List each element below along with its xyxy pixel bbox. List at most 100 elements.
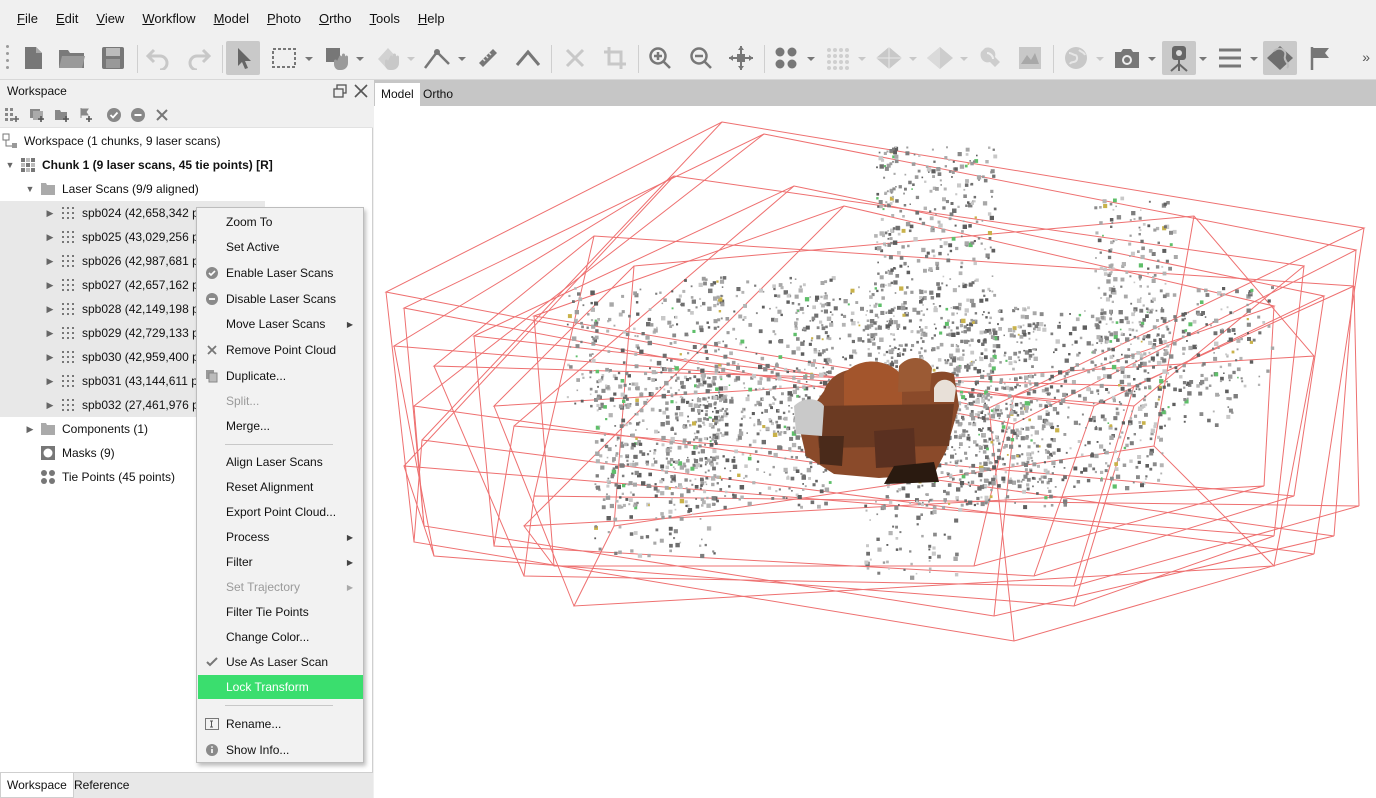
show-markers-button[interactable] [1303,41,1337,75]
transform-button[interactable] [371,41,405,75]
collapse-arrow-icon[interactable]: ▼ [24,184,36,194]
expand-arrow-icon[interactable]: ▶ [44,352,56,363]
rectangle-selection-button[interactable] [267,41,301,75]
close-panel-icon[interactable] [353,83,369,99]
chevron-down-icon[interactable] [960,55,968,63]
menu-item-rename[interactable]: Rename... [198,712,363,736]
open-button[interactable] [55,41,89,75]
reset-view-button[interactable] [724,41,758,75]
expand-arrow-icon[interactable]: ▶ [44,376,56,387]
float-panel-icon[interactable] [332,83,348,99]
menu-item-duplicate[interactable]: Duplicate... [198,364,363,388]
navigation-tool-button[interactable] [226,41,260,75]
menu-item-filter-tie-points[interactable]: Filter Tie Points [198,600,363,624]
undo-button[interactable] [141,41,175,75]
menu-item-remove-point-cloud[interactable]: Remove Point Cloud [198,338,363,362]
draw-line-button[interactable] [511,41,545,75]
menu-file[interactable]: File [8,0,47,37]
add-marker-button[interactable] [77,107,93,123]
add-photos-button[interactable] [29,107,45,123]
menu-item-use-as-laser-scan[interactable]: Use As Laser Scan [198,650,363,674]
menu-item-move-laser-scans[interactable]: Move Laser Scans ▶ [198,312,363,336]
menu-tools[interactable]: Tools [361,0,409,37]
menu-item-zoom-to[interactable]: Zoom To [198,210,363,234]
move-object-button[interactable] [320,41,354,75]
menu-item-lock-transform[interactable]: Lock Transform [198,675,363,699]
menu-item-disable-laser-scans[interactable]: Disable Laser Scans [198,287,363,311]
tab-ortho[interactable]: Ortho [417,83,459,106]
menu-item-align-laser-scans[interactable]: Align Laser Scans [198,450,363,474]
model-viewport[interactable] [374,106,1376,798]
tab-workspace[interactable]: Workspace [0,773,74,798]
expand-arrow-icon[interactable]: ▶ [44,304,56,315]
menu-item-show-info[interactable]: Show Info... [198,738,363,762]
chevron-down-icon[interactable] [1250,55,1258,63]
expand-arrow-icon[interactable]: ▶ [44,280,56,291]
crop-selection-button[interactable] [598,41,632,75]
add-chunk-button[interactable] [4,107,20,123]
tiled-model-button[interactable] [973,41,1007,75]
expand-arrow-icon[interactable]: ▶ [44,400,56,411]
new-document-button[interactable] [16,41,50,75]
menu-item-process[interactable]: Process ▶ [198,525,363,549]
point-cloud-button[interactable] [770,41,804,75]
dem-button[interactable] [1013,41,1047,75]
menu-ortho[interactable]: Ortho [310,0,361,37]
menu-item-split[interactable]: Split... [198,389,363,413]
toolbar-overflow-icon[interactable]: » [1362,49,1370,65]
menu-model[interactable]: Model [205,0,258,37]
menu-item-change-color[interactable]: Change Color... [198,625,363,649]
chevron-down-icon[interactable] [305,55,313,63]
tree-row-workspace[interactable]: Workspace (1 chunks, 9 laser scans) [0,129,373,153]
menu-view[interactable]: View [87,0,133,37]
mesh-button[interactable] [872,41,906,75]
collapse-arrow-icon[interactable]: ▼ [4,160,16,170]
show-cameras-button[interactable] [1110,41,1144,75]
chevron-down-icon[interactable] [1199,55,1207,63]
menu-photo[interactable]: Photo [258,0,310,37]
remove-items-button[interactable] [154,107,170,123]
textured-mesh-button[interactable] [923,41,957,75]
menu-help[interactable]: Help [409,0,454,37]
chevron-down-icon[interactable] [858,55,866,63]
tab-model[interactable]: Model [375,83,420,106]
delete-selection-button[interactable] [558,41,592,75]
menu-workflow[interactable]: Workflow [133,0,204,37]
chevron-down-icon[interactable] [356,55,364,63]
expand-arrow-icon[interactable]: ▶ [44,256,56,267]
show-info-button[interactable] [1213,41,1247,75]
show-regions-button[interactable] [1263,41,1297,75]
menu-item-enable-laser-scans[interactable]: Enable Laser Scans [198,261,363,285]
chevron-down-icon[interactable] [1096,55,1104,63]
chevron-down-icon[interactable] [407,55,415,63]
scene-canvas[interactable] [374,106,1376,798]
tab-reference[interactable]: Reference [68,773,135,798]
menu-item-export-point-cloud[interactable]: Export Point Cloud... [198,500,363,524]
draw-polyline-button[interactable] [420,41,454,75]
chevron-down-icon[interactable] [1148,55,1156,63]
expand-arrow-icon[interactable]: ▶ [44,208,56,219]
disable-button[interactable] [130,107,146,123]
expand-arrow-icon[interactable]: ▶ [24,424,36,435]
enable-button[interactable] [106,107,122,123]
expand-arrow-icon[interactable]: ▶ [44,328,56,339]
menu-item-filter[interactable]: Filter ▶ [198,550,363,574]
zoom-in-button[interactable] [643,41,677,75]
save-button[interactable] [96,41,130,75]
expand-arrow-icon[interactable]: ▶ [44,232,56,243]
menu-item-set-trajectory[interactable]: Set Trajectory ▶ [198,575,363,599]
orthomosaic-button[interactable] [1059,41,1093,75]
chevron-down-icon[interactable] [807,55,815,63]
tree-row-chunk[interactable]: ▼ Chunk 1 (9 laser scans, 45 tie points)… [0,153,373,177]
chevron-down-icon[interactable] [909,55,917,63]
add-folder-button[interactable] [54,107,70,123]
menu-edit[interactable]: Edit [47,0,87,37]
ruler-button[interactable] [471,41,505,75]
redo-button[interactable] [182,41,216,75]
tree-row-laser-scans[interactable]: ▼ Laser Scans (9/9 aligned) [0,177,373,201]
menu-item-merge[interactable]: Merge... [198,414,363,438]
menu-item-reset-alignment[interactable]: Reset Alignment [198,475,363,499]
dense-cloud-button[interactable] [821,41,855,75]
zoom-out-button[interactable] [684,41,718,75]
toolbar-grip[interactable] [6,45,10,73]
